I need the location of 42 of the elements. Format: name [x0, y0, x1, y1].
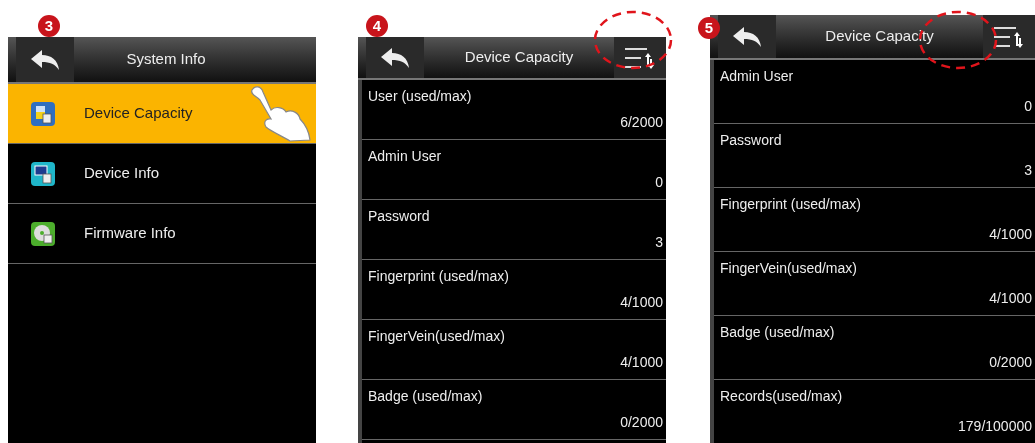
screen-title: System Info — [125, 49, 207, 70]
row-label: Badge (used/max) — [720, 323, 836, 342]
sort-button[interactable] — [614, 37, 666, 78]
row-value: 3 — [655, 233, 663, 252]
row-value: 0 — [655, 173, 663, 192]
sort-button[interactable] — [983, 15, 1035, 58]
row-value: 179/100000 — [958, 417, 1032, 436]
back-arrow-icon — [29, 47, 61, 72]
row-label: Password — [368, 207, 431, 226]
row-value: 4/1000 — [989, 289, 1032, 308]
row-value: 4/1000 — [989, 225, 1032, 244]
row-value: 6/2000 — [620, 113, 663, 132]
row-label: Password — [720, 131, 783, 150]
back-arrow-icon — [379, 45, 411, 70]
step-number: 4 — [366, 15, 388, 37]
screen-title: Device Capacity — [824, 26, 935, 47]
row-label: Badge (used/max) — [368, 387, 484, 406]
screen-title: Device Capacity — [463, 47, 575, 68]
row-label: Records(used/max) — [720, 387, 844, 406]
row-label: Admin User — [720, 67, 795, 86]
back-button[interactable] — [16, 37, 74, 82]
row-value: 4/1000 — [620, 293, 663, 312]
monitor-icon — [30, 160, 56, 187]
step-number: 3 — [38, 15, 60, 37]
row-value: 0 — [1024, 97, 1032, 116]
row-label: FingerVein(used/max) — [720, 259, 858, 278]
back-arrow-icon — [731, 24, 763, 49]
row-label: Fingerprint (used/max) — [720, 195, 862, 214]
step-number: 5 — [698, 17, 720, 39]
back-button[interactable] — [718, 15, 776, 58]
row-label: FingerVein(used/max) — [368, 327, 506, 346]
row-label: Fingerprint (used/max) — [368, 267, 510, 286]
hand-pointer-drawing — [251, 86, 311, 142]
menu-item[interactable]: Device Capacity — [8, 84, 316, 144]
row-value: 0/2000 — [989, 353, 1032, 372]
back-button[interactable] — [366, 37, 424, 78]
row-value: 0/2000 — [620, 413, 663, 432]
row-label: Admin User — [368, 147, 443, 166]
capacity-icon — [30, 100, 56, 127]
row-label: User (used/max) — [368, 87, 473, 106]
row-value: 3 — [1024, 161, 1032, 180]
row-value: 4/1000 — [620, 353, 663, 372]
